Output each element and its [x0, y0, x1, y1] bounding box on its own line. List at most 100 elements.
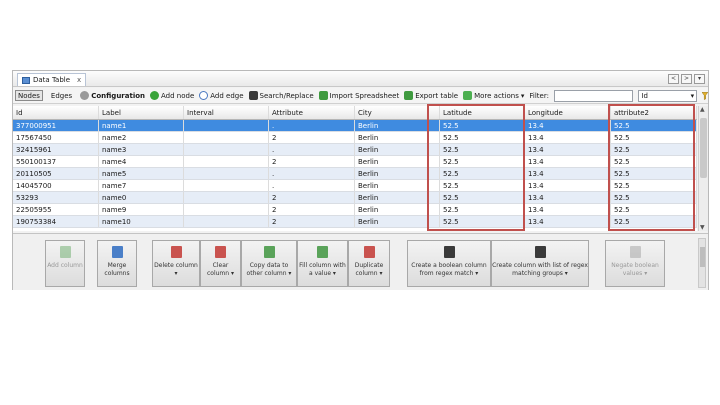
tab-data-table[interactable]: Data Table x	[17, 73, 87, 86]
duplicate-column-button[interactable]: Duplicate column ▾	[348, 240, 390, 287]
table-cell: 32415961	[13, 144, 99, 155]
table-row[interactable]: 22505955 name9 2 Berlin 52.5 13.4 52.5	[13, 204, 697, 216]
binoculars-icon	[248, 91, 258, 100]
table-row[interactable]: 32415961 name3 . Berlin 52.5 13.4 52.5	[13, 144, 697, 156]
column-header[interactable]: Longitude	[525, 106, 611, 119]
filter-label: Filter:	[529, 91, 549, 100]
funnel-icon[interactable]	[702, 91, 708, 101]
table-row[interactable]: 377000951 name1 . Berlin 52.5 13.4 52.5	[13, 120, 697, 132]
create-column-regex-list-button[interactable]: Create column with list of regex matchin…	[491, 240, 589, 287]
table-row[interactable]: 550100137 name4 2 Berlin 52.5 13.4 52.5	[13, 156, 697, 168]
copy-data-label: Copy data to other column ▾	[246, 262, 292, 277]
search-replace-button[interactable]: Search/Replace	[248, 91, 314, 100]
add-node-button[interactable]: Add node	[150, 91, 194, 100]
table-cell: .	[269, 168, 355, 179]
table-cell: 550100137	[13, 156, 99, 167]
table-cell	[184, 168, 269, 179]
export-table-button[interactable]: Export table	[404, 91, 458, 100]
table-cell: name7	[99, 180, 184, 191]
nodes-toggle[interactable]: Nodes	[15, 90, 43, 101]
table-cell: name4	[99, 156, 184, 167]
data-table: Id Label Interval Attribute City Latitud…	[13, 106, 697, 231]
table-cell: 53293	[13, 192, 99, 203]
table-cell: name10	[99, 216, 184, 227]
scrollbar-thumb[interactable]	[700, 118, 707, 178]
column-header[interactable]: Label	[99, 106, 184, 119]
attribute2-highlight-box	[608, 104, 695, 231]
clear-column-label: Clear column ▾	[206, 262, 234, 277]
table-row[interactable]: 14045700 name7 . Berlin 52.5 13.4 52.5	[13, 180, 697, 192]
nav-left-icon[interactable]: <	[668, 74, 679, 84]
table-cell: name9	[99, 204, 184, 215]
table-cell	[184, 180, 269, 191]
nav-right-icon[interactable]: >	[681, 74, 692, 84]
copy-data-button[interactable]: Copy data to other column ▾	[241, 240, 297, 287]
fill-column-icon	[317, 246, 328, 258]
edges-toggle[interactable]: Edges	[48, 90, 75, 101]
scroll-up-icon[interactable]: ▲	[700, 106, 705, 113]
tab-strip: Data Table x < > ▾	[13, 71, 708, 87]
negate-boolean-button[interactable]: Negate boolean values ▾	[605, 240, 665, 287]
table-cell	[184, 192, 269, 203]
configuration-label: Configuration	[91, 91, 146, 100]
add-edge-button[interactable]: Add edge	[199, 91, 244, 100]
add-node-label: Add node	[161, 91, 195, 100]
table-cell: 13.4	[525, 192, 611, 203]
add-column-button[interactable]: Add column	[45, 240, 85, 287]
table-cell: 2	[269, 204, 355, 215]
table-cell: 2	[269, 216, 355, 227]
duplicate-column-label: Duplicate column ▾	[354, 262, 384, 277]
add-node-icon	[150, 91, 160, 100]
table-cell: 2	[269, 156, 355, 167]
filter-column-select[interactable]: Id ▾	[638, 89, 698, 102]
create-column-regex-list-label: Create column with list of regex matchin…	[492, 262, 588, 277]
delete-column-icon	[170, 246, 182, 258]
merge-columns-button[interactable]: Merge columns	[97, 240, 137, 287]
window-controls: < > ▾	[668, 74, 705, 84]
table-cell: name1	[99, 120, 184, 131]
table-row[interactable]: 190753384 name10 2 Berlin 52.5 13.4 52.5	[13, 216, 697, 228]
table-row[interactable]: 17567450 name2 2 Berlin 52.5 13.4 52.5	[13, 132, 697, 144]
actions-scrollbar[interactable]	[698, 238, 706, 288]
table-row[interactable]: 20110505 name5 . Berlin 52.5 13.4 52.5	[13, 168, 697, 180]
scroll-down-icon[interactable]: ▼	[700, 224, 705, 231]
column-header[interactable]: Id	[13, 106, 99, 119]
table-cell: .	[269, 180, 355, 191]
duplicate-column-icon	[363, 246, 375, 258]
chevron-down-icon: ▾	[520, 91, 525, 100]
table-icon	[22, 76, 30, 84]
close-icon[interactable]: x	[77, 76, 81, 84]
fill-column-button[interactable]: Fill column with a value ▾	[297, 240, 348, 287]
menu-icon[interactable]: ▾	[694, 74, 705, 84]
clear-column-icon	[215, 246, 226, 258]
table-cell: 13.4	[525, 120, 611, 131]
table-scrollbar[interactable]: ▲ ▼	[698, 106, 708, 231]
column-header[interactable]: Interval	[184, 106, 269, 119]
table-cell: 190753384	[13, 216, 99, 227]
table-cell: 2	[269, 132, 355, 143]
configuration-button[interactable]: Configuration	[80, 91, 145, 100]
negate-icon	[629, 246, 641, 258]
table-row[interactable]: 53293 name0 2 Berlin 52.5 13.4 52.5	[13, 192, 697, 204]
delete-column-button[interactable]: Delete column ▾	[152, 240, 200, 287]
actions-scrollbar-thumb[interactable]	[700, 247, 705, 267]
create-boolean-column-button[interactable]: Create a boolean column from regex match…	[407, 240, 491, 287]
table-cell: 13.4	[525, 156, 611, 167]
copy-data-icon	[263, 246, 275, 258]
delete-column-label: Delete column ▾	[154, 262, 198, 277]
add-edge-icon	[199, 91, 209, 100]
import-spreadsheet-button[interactable]: Import Spreadsheet	[318, 91, 399, 100]
export-table-label: Export table	[415, 91, 459, 100]
table-cell: 13.4	[525, 132, 611, 143]
more-actions-button[interactable]: More actions ▾	[463, 91, 524, 100]
table-cell: .	[269, 144, 355, 155]
gear-icon	[80, 91, 90, 100]
clear-column-button[interactable]: Clear column ▾	[200, 240, 241, 287]
spreadsheet-icon	[318, 91, 328, 100]
table-cell: 13.4	[525, 168, 611, 179]
filter-input[interactable]	[553, 89, 634, 102]
export-icon	[404, 91, 414, 100]
column-header[interactable]: Attribute	[269, 106, 355, 119]
table-cell: .	[269, 120, 355, 131]
table-cell: 13.4	[525, 204, 611, 215]
